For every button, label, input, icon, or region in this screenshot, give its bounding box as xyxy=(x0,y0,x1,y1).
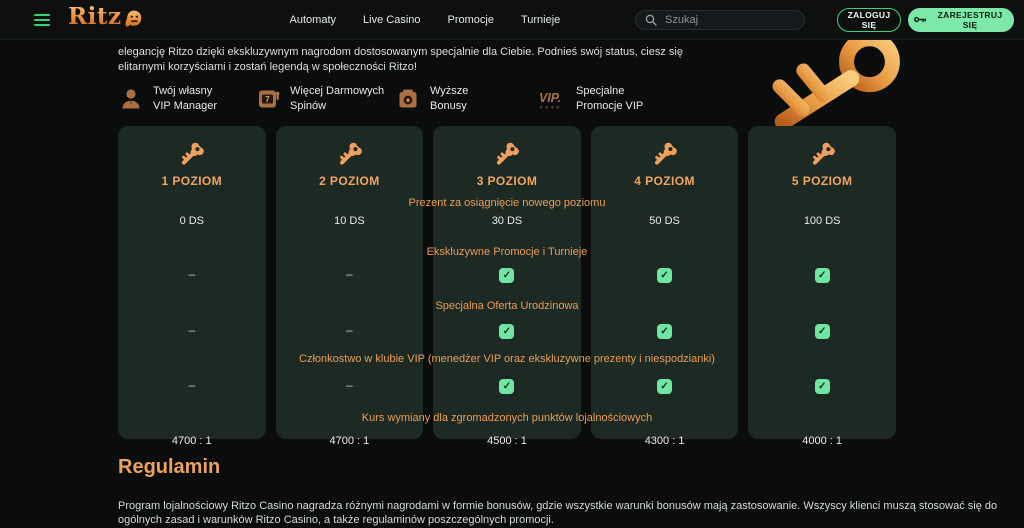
level-header: 3 POZIOM xyxy=(433,139,581,188)
page-content: elegancję Ritzo dzięki ekskluzywnym nagr… xyxy=(0,40,1024,528)
flag-cell xyxy=(433,321,581,339)
gift-value: 100 DS xyxy=(748,215,896,227)
search-icon xyxy=(645,14,657,26)
exchange-value: 4700 : 1 xyxy=(118,435,266,447)
row-label-birthday: Specjalna Oferta Urodzinowa xyxy=(118,300,896,312)
gift-value: 50 DS xyxy=(591,215,739,227)
vip-benefits-row: Twój własny VIP Manager 7 Więcej Darmowy… xyxy=(118,84,1024,115)
row-exchange-values: 4700 : 1 4700 : 1 4500 : 1 4300 : 1 4000… xyxy=(118,435,896,447)
flag-cell xyxy=(276,321,424,339)
top-navigation-bar: Ritz Automaty Live Casino Promocje Turni… xyxy=(0,0,1024,40)
benefit-vip-promos: VIP. ✦ ✦ ✦ ✦ Specjalne Promocje VIP xyxy=(537,84,674,115)
slot-machine-seven-icon: 7 xyxy=(255,86,281,112)
vip-manager-person-icon xyxy=(118,86,144,112)
auth-buttons: ZALOGUJ SIĘ ZAREJESTRUJ SIĘ xyxy=(837,8,1014,32)
flag-cell xyxy=(118,265,266,283)
benefit-label: Więcej Darmowych Spinów xyxy=(290,84,392,115)
benefit-higher-bonuses: ★ Wyższe Bonusy xyxy=(395,84,537,115)
svg-text:★: ★ xyxy=(405,97,411,105)
flag-cell xyxy=(591,321,739,339)
flag-cell xyxy=(433,376,581,394)
exchange-value: 4000 : 1 xyxy=(748,435,896,447)
benefit-label: Twój własny VIP Manager xyxy=(153,84,225,115)
register-button-label: ZAREJESTRUJ SIĘ xyxy=(932,10,1008,30)
level-title: 1 POZIOM xyxy=(118,174,266,188)
key-icon xyxy=(178,139,205,166)
benefit-vip-manager: Twój własny VIP Manager xyxy=(118,84,255,115)
level-title: 3 POZIOM xyxy=(433,174,581,188)
row-promos-flags xyxy=(118,265,896,283)
flag-cell xyxy=(118,376,266,394)
gift-value: 30 DS xyxy=(433,215,581,227)
level-header-row: 1 POZIOM 2 POZIOM 3 POZIOM 4 POZIOM 5 PO… xyxy=(118,126,896,188)
search-input[interactable] xyxy=(663,13,795,27)
key-icon xyxy=(336,139,363,166)
regulamin-heading: Regulamin xyxy=(118,456,1024,479)
exchange-value: 4300 : 1 xyxy=(591,435,739,447)
key-icon xyxy=(914,15,927,24)
safe-box-icon: ★ xyxy=(395,86,421,112)
level-header: 2 POZIOM xyxy=(276,139,424,188)
row-label-vip-club: Członkostwo w klubie VIP (menedżer VIP o… xyxy=(118,353,896,365)
level-title: 4 POZIOM xyxy=(591,174,739,188)
flag-cell xyxy=(591,265,739,283)
level-title: 2 POZIOM xyxy=(276,174,424,188)
main-nav: Automaty Live Casino Promocje Turnieje xyxy=(290,14,561,26)
gift-value: 10 DS xyxy=(276,215,424,227)
nav-item-turnieje[interactable]: Turnieje xyxy=(521,14,560,26)
flag-cell xyxy=(748,265,896,283)
flag-cell xyxy=(591,376,739,394)
key-icon xyxy=(809,139,836,166)
register-button[interactable]: ZAREJESTRUJ SIĘ xyxy=(908,8,1014,32)
flag-cell xyxy=(276,265,424,283)
flag-cell xyxy=(276,376,424,394)
flag-cell xyxy=(118,321,266,339)
gift-value: 0 DS xyxy=(118,215,266,227)
key-icon xyxy=(651,139,678,166)
logo-text: Ritz xyxy=(68,6,122,28)
ghost-mascot-icon xyxy=(123,8,144,34)
key-icon xyxy=(493,139,520,166)
row-label-promos: Ekskluzywne Promocje i Turnieje xyxy=(118,246,896,258)
vip-intro-text: elegancję Ritzo dzięki ekskluzywnym nagr… xyxy=(118,45,683,76)
nav-item-promocje[interactable]: Promocje xyxy=(448,14,494,26)
hamburger-menu-icon[interactable] xyxy=(34,14,50,26)
row-label-gift: Prezent za osiągnięcie nowego poziomu xyxy=(118,197,896,209)
svg-text:VIP.: VIP. xyxy=(539,91,561,105)
row-gift-values: 0 DS 10 DS 30 DS 50 DS 100 DS xyxy=(118,215,896,227)
benefit-free-spins: 7 Więcej Darmowych Spinów xyxy=(255,84,395,115)
level-title: 5 POZIOM xyxy=(748,174,896,188)
benefit-label: Specjalne Promocje VIP xyxy=(576,84,664,115)
search-box[interactable] xyxy=(635,10,805,30)
level-header: 4 POZIOM xyxy=(591,139,739,188)
exchange-value: 4700 : 1 xyxy=(276,435,424,447)
row-birthday-flags xyxy=(118,321,896,339)
level-header: 1 POZIOM xyxy=(118,139,266,188)
login-button[interactable]: ZALOGUJ SIĘ xyxy=(837,8,901,32)
level-header: 5 POZIOM xyxy=(748,139,896,188)
level-table-content: 1 POZIOM 2 POZIOM 3 POZIOM 4 POZIOM 5 PO… xyxy=(118,126,896,447)
vip-badge-icon: VIP. ✦ ✦ ✦ ✦ xyxy=(537,86,567,112)
flag-cell xyxy=(748,321,896,339)
exchange-value: 4500 : 1 xyxy=(433,435,581,447)
nav-item-live-casino[interactable]: Live Casino xyxy=(363,14,420,26)
logo[interactable]: Ritz xyxy=(68,6,144,34)
vip-levels-table: 1 POZIOM 2 POZIOM 3 POZIOM 4 POZIOM 5 PO… xyxy=(118,126,896,439)
row-label-exchange: Kurs wymiany dla zgromadzonych punktów l… xyxy=(118,412,896,424)
benefit-label: Wyższe Bonusy xyxy=(430,84,482,115)
row-vip-club-flags xyxy=(118,376,896,394)
svg-text:7: 7 xyxy=(265,95,270,104)
svg-text:✦ ✦ ✦ ✦: ✦ ✦ ✦ ✦ xyxy=(539,105,560,111)
flag-cell xyxy=(433,265,581,283)
flag-cell xyxy=(748,376,896,394)
regulamin-text: Program lojalnościowy Ritzo Casino nagra… xyxy=(118,499,1010,528)
nav-item-automaty[interactable]: Automaty xyxy=(290,14,336,26)
